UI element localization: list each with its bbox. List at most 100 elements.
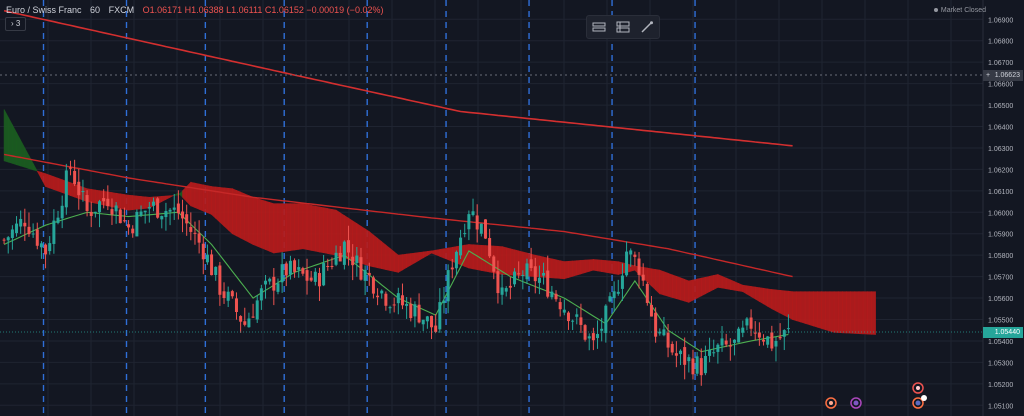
candle[interactable] bbox=[35, 222, 39, 250]
candle[interactable] bbox=[492, 255, 496, 280]
candle[interactable] bbox=[380, 289, 384, 299]
event-markers[interactable] bbox=[825, 382, 927, 409]
candle[interactable] bbox=[425, 315, 429, 329]
candle[interactable] bbox=[529, 247, 533, 272]
candle[interactable] bbox=[2, 237, 6, 245]
candle[interactable] bbox=[591, 327, 595, 351]
candle[interactable] bbox=[122, 207, 126, 223]
candle[interactable] bbox=[201, 236, 205, 275]
candle[interactable] bbox=[737, 326, 741, 343]
candle[interactable] bbox=[234, 292, 238, 320]
candle[interactable] bbox=[384, 291, 388, 311]
candle[interactable] bbox=[596, 320, 600, 349]
candle[interactable] bbox=[168, 207, 172, 226]
candle[interactable] bbox=[409, 297, 413, 322]
candle[interactable] bbox=[695, 351, 699, 377]
candle[interactable] bbox=[44, 243, 48, 269]
candle[interactable] bbox=[670, 341, 674, 356]
candle[interactable] bbox=[77, 168, 81, 210]
candle[interactable] bbox=[691, 349, 695, 380]
candle[interactable] bbox=[766, 336, 770, 348]
candle[interactable] bbox=[562, 299, 566, 316]
candle[interactable] bbox=[259, 284, 263, 310]
candle[interactable] bbox=[205, 244, 209, 265]
candle[interactable] bbox=[56, 210, 60, 225]
candle[interactable] bbox=[160, 215, 164, 229]
symbol-legend[interactable]: Euro / Swiss Franc 60 FXCM O1.06171 H1.0… bbox=[6, 5, 383, 15]
candle[interactable] bbox=[645, 282, 649, 306]
candle[interactable] bbox=[48, 236, 52, 255]
candle[interactable] bbox=[297, 259, 301, 278]
candle[interactable] bbox=[342, 240, 346, 270]
candle[interactable] bbox=[89, 201, 93, 228]
candle[interactable] bbox=[757, 322, 761, 346]
candle[interactable] bbox=[633, 251, 637, 267]
candle[interactable] bbox=[239, 315, 243, 333]
candle[interactable] bbox=[405, 297, 409, 319]
candle[interactable] bbox=[430, 315, 434, 340]
candle[interactable] bbox=[322, 254, 326, 287]
candle[interactable] bbox=[683, 337, 687, 380]
symbol-name[interactable]: Euro / Swiss Franc bbox=[6, 5, 82, 15]
candle[interactable] bbox=[214, 266, 218, 281]
candle[interactable] bbox=[741, 320, 745, 338]
candle[interactable] bbox=[127, 220, 131, 235]
candle[interactable] bbox=[251, 303, 255, 319]
candle[interactable] bbox=[454, 250, 458, 275]
candle[interactable] bbox=[371, 275, 375, 299]
candle[interactable] bbox=[479, 223, 483, 237]
candle[interactable] bbox=[210, 249, 214, 276]
candle[interactable] bbox=[625, 241, 629, 277]
candle[interactable] bbox=[135, 209, 139, 237]
candle[interactable] bbox=[699, 348, 703, 386]
candle[interactable] bbox=[93, 211, 97, 218]
candle[interactable] bbox=[467, 210, 471, 241]
candle[interactable] bbox=[575, 308, 579, 325]
candle[interactable] bbox=[172, 193, 176, 220]
price-axis[interactable]: 1.06900 1.06800 1.06700 1.06600 1.06500 1.064… bbox=[982, 0, 1013, 416]
ruler-horizontal-icon[interactable] bbox=[591, 20, 607, 34]
candle[interactable] bbox=[164, 202, 168, 231]
candle[interactable] bbox=[396, 287, 400, 315]
candle[interactable] bbox=[19, 210, 23, 234]
candle[interactable] bbox=[268, 277, 272, 285]
candle[interactable] bbox=[413, 301, 417, 328]
brush-icon[interactable] bbox=[639, 20, 655, 34]
candle[interactable] bbox=[197, 220, 201, 254]
candle[interactable] bbox=[376, 288, 380, 306]
candle[interactable] bbox=[60, 195, 64, 229]
price-chart[interactable]: 1.06900 1.06800 1.06700 1.06600 1.06500 1.064… bbox=[0, 0, 1024, 416]
candle[interactable] bbox=[770, 325, 774, 352]
candle[interactable] bbox=[272, 268, 276, 306]
plus-icon[interactable]: + bbox=[986, 70, 990, 81]
candle[interactable] bbox=[554, 290, 558, 302]
candle[interactable] bbox=[284, 261, 288, 287]
candle[interactable] bbox=[23, 208, 27, 241]
candle[interactable] bbox=[753, 321, 757, 341]
candle[interactable] bbox=[488, 228, 492, 259]
candle[interactable] bbox=[612, 281, 616, 312]
candle[interactable] bbox=[313, 268, 317, 286]
candle[interactable] bbox=[637, 252, 641, 289]
candle[interactable] bbox=[222, 282, 226, 304]
candle[interactable] bbox=[550, 285, 554, 300]
candle[interactable] bbox=[471, 198, 475, 217]
candle[interactable] bbox=[10, 225, 14, 250]
candle[interactable] bbox=[728, 338, 732, 361]
candle[interactable] bbox=[243, 307, 247, 327]
candle[interactable] bbox=[463, 223, 467, 238]
candle[interactable] bbox=[687, 354, 691, 373]
candle[interactable] bbox=[392, 297, 396, 313]
candle[interactable] bbox=[762, 334, 766, 346]
candle[interactable] bbox=[193, 221, 197, 245]
candle[interactable] bbox=[247, 312, 251, 328]
drawing-toolbar[interactable] bbox=[586, 15, 660, 39]
candle[interactable] bbox=[226, 286, 230, 308]
candle[interactable] bbox=[181, 199, 185, 233]
candle[interactable] bbox=[64, 163, 68, 215]
candle[interactable] bbox=[504, 286, 508, 297]
indicators-collapse-button[interactable]: › 3 bbox=[5, 17, 27, 31]
candle[interactable] bbox=[446, 264, 450, 314]
candle[interactable] bbox=[255, 295, 259, 323]
candle[interactable] bbox=[39, 241, 43, 259]
